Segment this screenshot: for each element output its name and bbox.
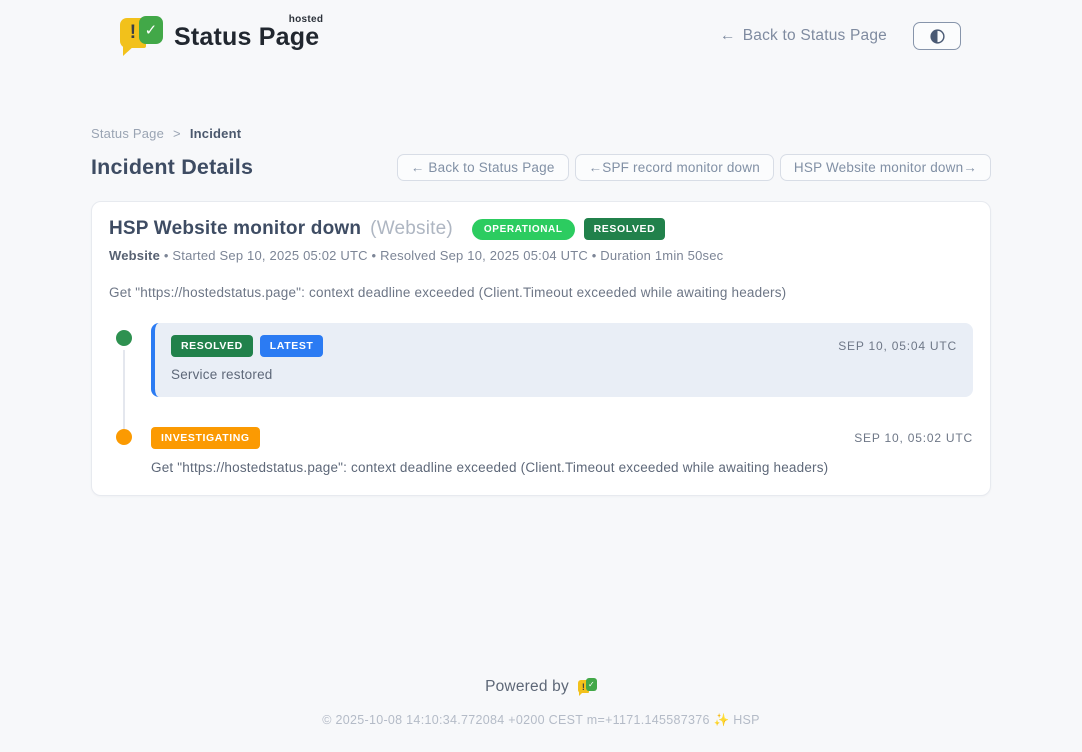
timeline-entry-resolved: RESOLVED LATEST SEP 10, 05:04 UTC Servic…	[109, 323, 973, 397]
powered-by-link[interactable]: Powered by ! ✓	[485, 678, 597, 696]
contrast-icon	[929, 28, 946, 45]
timeline-entry-investigating: INVESTIGATING SEP 10, 05:02 UTC Get "htt…	[109, 427, 973, 475]
incident-service-name: Website	[109, 248, 160, 263]
copyright-text: © 2025-10-08 14:10:34.772084 +0200 CEST …	[0, 713, 1082, 728]
back-to-status-page-button[interactable]: ← Back to Status Page	[397, 154, 569, 181]
footer: Powered by ! ✓ © 2025-10-08 14:10:34.772…	[0, 678, 1082, 752]
timeline-connector	[123, 350, 125, 433]
breadcrumb-incident: Incident	[190, 126, 241, 141]
header: ! ✓ Status Page hosted ← Back to Status …	[0, 0, 1082, 56]
breadcrumb-status-page[interactable]: Status Page	[91, 126, 164, 141]
orange-dot-icon	[116, 429, 132, 445]
timeline-investigating-badge: INVESTIGATING	[151, 427, 260, 449]
check-icon: ✓	[139, 16, 163, 44]
logo-bubble-icon: ! ✓	[120, 16, 164, 56]
incident-meta-details: • Started Sep 10, 2025 05:02 UTC • Resol…	[160, 248, 723, 263]
incident-card: HSP Website monitor down (Website) OPERA…	[91, 201, 991, 496]
header-back-link[interactable]: ← Back to Status Page	[720, 27, 887, 45]
resolved-badge: RESOLVED	[584, 218, 666, 240]
timeline-latest-badge: LATEST	[260, 335, 324, 357]
timeline-resolved-badge: RESOLVED	[171, 335, 253, 357]
incident-description: Get "https://hostedstatus.page": context…	[109, 285, 973, 300]
theme-toggle-button[interactable]	[913, 22, 961, 50]
bubble-tail	[579, 691, 584, 696]
powered-by-label: Powered by	[485, 678, 569, 696]
green-dot-icon	[116, 330, 132, 346]
page-title: Incident Details	[91, 155, 253, 180]
logo-superscript: hosted	[289, 14, 324, 25]
arrow-left-icon: ←	[720, 27, 736, 45]
incident-title: HSP Website monitor down	[109, 218, 361, 240]
timeline-timestamp: SEP 10, 05:02 UTC	[854, 431, 973, 445]
chevron-right-icon: >	[173, 126, 181, 141]
timeline-timestamp: SEP 10, 05:04 UTC	[838, 339, 957, 353]
incident-scope: (Website)	[370, 218, 453, 240]
bubble-tail	[123, 45, 135, 56]
incident-timeline: RESOLVED LATEST SEP 10, 05:04 UTC Servic…	[109, 323, 973, 475]
footer-logo-icon: ! ✓	[578, 678, 597, 696]
timeline-message: Get "https://hostedstatus.page": context…	[151, 460, 973, 475]
back-link-label: Back to Status Page	[743, 27, 887, 45]
check-icon: ✓	[586, 678, 597, 691]
operational-badge: OPERATIONAL	[472, 219, 575, 240]
logo-text: Status Page hosted	[174, 23, 319, 52]
timeline-message: Service restored	[171, 367, 957, 382]
app-logo[interactable]: ! ✓ Status Page hosted	[120, 16, 319, 56]
next-incident-button[interactable]: HSP Website monitor down→	[780, 154, 991, 181]
incident-nav-buttons: ← Back to Status Page ←SPF record monito…	[397, 154, 991, 181]
breadcrumb: Status Page > Incident	[91, 126, 991, 141]
incident-meta: Website • Started Sep 10, 2025 05:02 UTC…	[109, 248, 973, 263]
previous-incident-button[interactable]: ←SPF record monitor down	[575, 154, 774, 181]
